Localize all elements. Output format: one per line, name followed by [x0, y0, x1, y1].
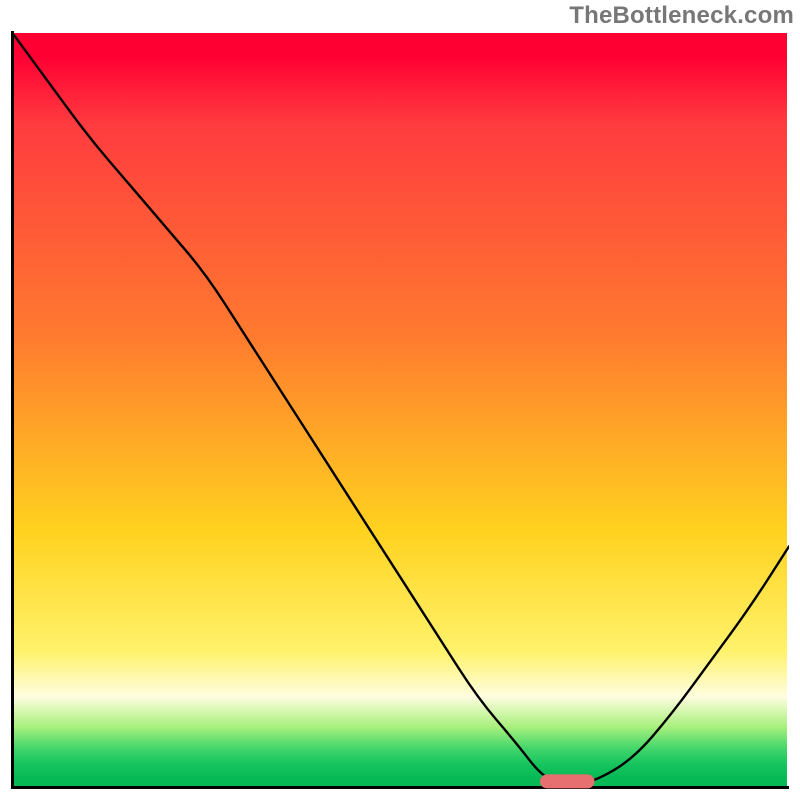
- y-axis: [11, 31, 14, 789]
- watermark-text: TheBottleneck.com: [569, 2, 794, 30]
- chart-frame: [11, 31, 789, 789]
- x-axis: [11, 786, 789, 789]
- chart-background-gradient: [13, 33, 787, 787]
